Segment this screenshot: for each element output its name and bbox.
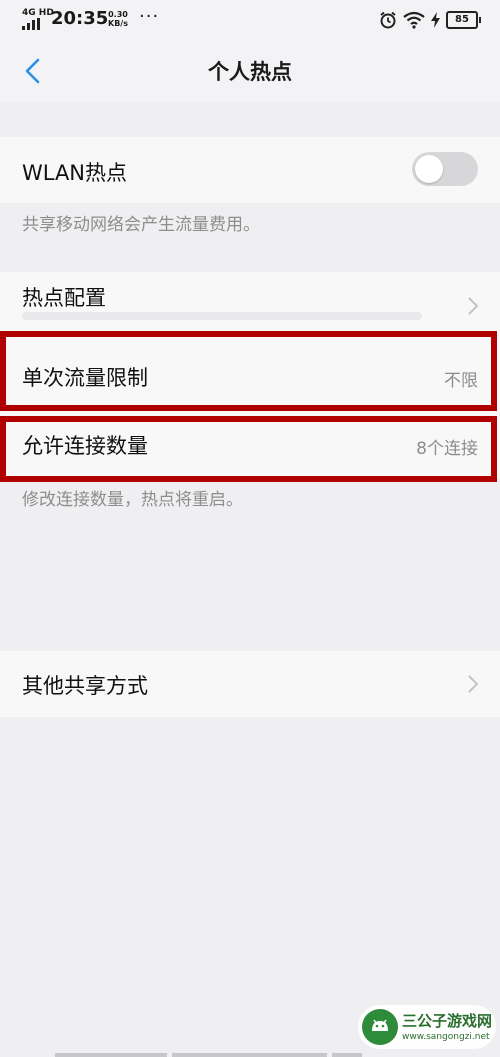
hotspot-config-subtitle-placeholder — [22, 312, 422, 320]
network-type: 4G HD — [22, 8, 54, 18]
wlan-hotspot-toggle[interactable] — [412, 152, 478, 186]
network-speed: 0.30 KB/s — [108, 10, 128, 28]
battery-icon: 85 — [446, 11, 481, 29]
other-sharing-row[interactable]: 其他共享方式 — [0, 651, 500, 717]
status-icons: 85 — [379, 9, 481, 31]
watermark-name: 三公子游戏网 — [402, 1012, 493, 1030]
wifi-icon — [403, 11, 425, 29]
navigation-bar — [0, 1053, 500, 1057]
signal-icon — [22, 18, 44, 30]
more-notifications-icon: ··· — [139, 6, 160, 27]
chevron-right-icon — [468, 675, 479, 693]
watermark: 三公子游戏网 www.sangongzi.net — [358, 1005, 496, 1049]
highlight-box — [0, 331, 497, 411]
highlight-box — [0, 416, 497, 482]
android-icon — [372, 1019, 388, 1031]
charging-icon — [431, 12, 440, 28]
wlan-hint: 共享移动网络会产生流量费用。 — [22, 215, 260, 235]
toggle-knob — [415, 155, 443, 183]
connections-hint: 修改连接数量，热点将重启。 — [22, 490, 243, 510]
status-bar: 4G HD 20:35 0.30 KB/s ··· 85 — [0, 0, 500, 40]
hotspot-config-label: 热点配置 — [22, 286, 106, 310]
other-sharing-label: 其他共享方式 — [22, 674, 148, 698]
clock: 20:35 — [51, 8, 109, 29]
hotspot-config-row[interactable]: 热点配置 — [0, 272, 500, 336]
title-bar: 个人热点 — [0, 40, 500, 102]
page-title: 个人热点 — [208, 60, 292, 84]
wlan-hotspot-label: WLAN热点 — [22, 161, 128, 185]
chevron-right-icon — [468, 297, 479, 315]
android-logo-icon — [362, 1009, 398, 1045]
alarm-icon — [380, 11, 396, 29]
watermark-url: www.sangongzi.net — [402, 1032, 490, 1042]
